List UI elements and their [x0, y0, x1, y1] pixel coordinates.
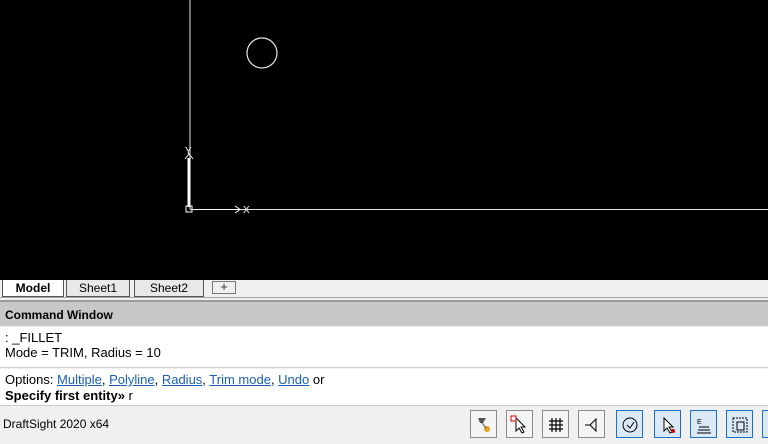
prompt-text: Specify first entity» [5, 388, 125, 403]
snap-icon [478, 418, 490, 432]
command-window-title: Command Window [0, 300, 768, 326]
cursor-select-button[interactable] [506, 410, 533, 438]
options-separator: , [154, 372, 162, 387]
layout-tabs: Model Sheet1 Sheet2 + [0, 280, 768, 298]
ortho-button[interactable] [578, 410, 605, 438]
options-separator: , [101, 372, 110, 387]
history-line: Mode = TRIM, Radius = 10 [5, 345, 161, 360]
add-sheet-button[interactable]: + [212, 280, 236, 294]
options-suffix: or [309, 372, 325, 387]
drawing-canvas[interactable]: X Y [0, 0, 768, 280]
command-history: : _FILLET Mode = TRIM, Radius = 10 [0, 327, 768, 368]
grid-button[interactable] [542, 410, 569, 438]
snap-button[interactable] [470, 410, 497, 438]
options-prefix: Options: [5, 372, 58, 387]
dynamic-button[interactable] [726, 410, 753, 438]
ortho-icon [585, 417, 597, 433]
tab-model[interactable]: Model [2, 280, 64, 297]
cursor-select-icon [510, 415, 527, 434]
option-radius[interactable]: Radius [162, 372, 202, 387]
option-undo[interactable]: Undo [278, 372, 309, 387]
overflow-button-edge[interactable] [762, 410, 768, 438]
options-line: Options: Multiple, Polyline, Radius, Tri… [5, 372, 768, 388]
etrack-icon [663, 416, 675, 434]
command-prompt-area[interactable]: Options: Multiple, Polyline, Radius, Tri… [0, 369, 768, 405]
quick-input-button[interactable]: E [690, 410, 717, 438]
drawing-area[interactable]: X Y [0, 0, 768, 280]
ucs-x-label: X [243, 205, 250, 216]
quick-input-icon: E [697, 419, 711, 434]
ucs-y-label: Y [185, 146, 192, 157]
etrack-button[interactable] [654, 410, 681, 438]
status-bar: DraftSight 2020 x64 E [0, 405, 768, 444]
circle-entity[interactable] [246, 37, 278, 69]
option-multiple[interactable]: Multiple [57, 372, 102, 387]
tab-sheet2[interactable]: Sheet2 [134, 280, 204, 297]
prompt-line[interactable]: Specify first entity» r [5, 388, 768, 404]
option-trim-mode[interactable]: Trim mode [209, 372, 271, 387]
dynamic-icon [732, 417, 748, 433]
svg-text:E: E [697, 419, 702, 426]
grid-icon [549, 418, 563, 432]
option-polyline[interactable]: Polyline [109, 372, 155, 387]
app-version-label: DraftSight 2020 x64 [3, 417, 110, 431]
history-line: : _FILLET [5, 330, 63, 345]
esnap-button[interactable] [616, 410, 643, 438]
esnap-circle-icon [622, 417, 638, 433]
tab-sheet1[interactable]: Sheet1 [66, 280, 130, 297]
command-input[interactable]: r [125, 388, 133, 403]
